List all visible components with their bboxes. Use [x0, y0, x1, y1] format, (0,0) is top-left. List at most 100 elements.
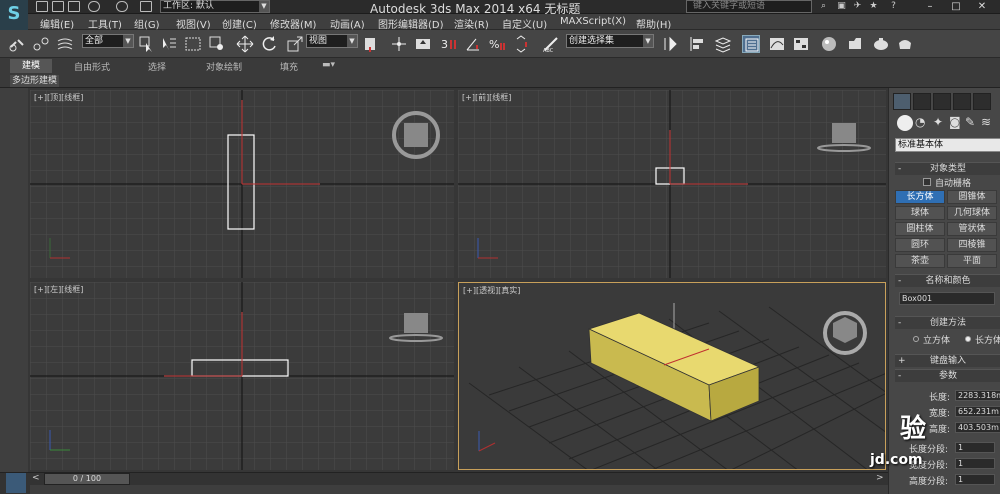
viewport-left-label[interactable]: [+][左][线框]	[34, 284, 83, 295]
edit-named-selection-icon[interactable]: ABC	[542, 35, 560, 54]
render-production-icon[interactable]	[896, 35, 914, 53]
menu-edit[interactable]: 编辑(E)	[40, 16, 74, 31]
communication-center-icon[interactable]: ✈	[852, 1, 863, 12]
time-slider[interactable]: 0 / 100	[44, 473, 130, 485]
schematic-view-icon[interactable]	[792, 35, 810, 53]
menu-create[interactable]: 创建(C)	[222, 16, 257, 31]
autogrid-checkbox[interactable]	[923, 178, 931, 186]
cube-radio[interactable]	[913, 336, 919, 342]
app-logo[interactable]: S	[0, 0, 28, 30]
selection-filter-select[interactable]: 全部 ▼	[82, 34, 134, 48]
height-segs-input[interactable]: 1	[955, 474, 995, 485]
workspace-select[interactable]: 工作区: 默认 ▼	[160, 0, 270, 13]
select-by-name-icon[interactable]	[160, 35, 178, 53]
search-icon[interactable]: ⌕	[818, 1, 829, 12]
snaps-toggle-icon[interactable]: 3	[440, 35, 458, 53]
length-input[interactable]: 2283.318m	[955, 390, 1000, 401]
keyboard-shortcut-override-icon[interactable]	[414, 35, 432, 53]
help-icon[interactable]: ?	[888, 1, 899, 12]
save-file-icon[interactable]	[68, 1, 80, 12]
parameters-rollout[interactable]: - 参数	[895, 369, 1000, 382]
ribbon-tab-selection[interactable]: 选择	[148, 60, 166, 73]
layer-manager-icon[interactable]	[714, 35, 732, 53]
cylinder-button[interactable]: 圆柱体	[895, 222, 945, 236]
select-object-icon[interactable]	[138, 35, 156, 53]
creation-method-rollout[interactable]: - 创建方法	[895, 316, 1000, 329]
plane-button[interactable]: 平面	[947, 254, 997, 268]
angle-snap-icon[interactable]	[464, 35, 482, 53]
menu-rendering[interactable]: 渲染(R)	[454, 16, 489, 31]
create-tab-icon[interactable]	[893, 93, 911, 110]
cone-button[interactable]: 圆锥体	[947, 190, 997, 204]
timeline-ruler[interactable]	[30, 485, 888, 494]
ribbon-options-icon[interactable]: ▬▾	[322, 60, 335, 70]
viewport-perspective-label[interactable]: [+][透视][真实]	[463, 285, 520, 296]
undo-icon[interactable]	[88, 1, 100, 12]
reference-coordinate-select[interactable]: 视图 ▼	[306, 34, 358, 48]
menu-graph-editors[interactable]: 图形编辑器(D)	[378, 16, 444, 31]
name-color-rollout[interactable]: - 名称和颜色	[895, 274, 1000, 287]
material-editor-icon[interactable]	[820, 35, 838, 53]
menu-maxscript[interactable]: MAXScript(X)	[560, 16, 626, 27]
lights-icon[interactable]: ✦	[933, 115, 949, 131]
menu-help[interactable]: 帮助(H)	[636, 16, 671, 31]
polygon-modeling-label[interactable]: 多边形建模	[10, 75, 60, 87]
rotate-icon[interactable]	[260, 35, 278, 53]
menu-tools[interactable]: 工具(T)	[88, 16, 122, 31]
maximize-button[interactable]: □	[946, 0, 966, 13]
torus-button[interactable]: 圆环	[895, 238, 945, 252]
viewport-top[interactable]: [+][顶][线框]	[30, 90, 454, 278]
mini-listener-icon[interactable]	[6, 473, 26, 493]
shapes-icon[interactable]: ◔	[915, 115, 931, 131]
ribbon-tab-freeform[interactable]: 自由形式	[74, 60, 110, 73]
unlink-icon[interactable]	[32, 35, 50, 53]
move-icon[interactable]	[236, 35, 254, 53]
bind-spacewarp-icon[interactable]	[56, 35, 74, 53]
menu-group[interactable]: 组(G)	[134, 16, 160, 31]
render-setup-icon[interactable]	[846, 35, 864, 53]
menu-modifiers[interactable]: 修改器(M)	[270, 16, 316, 31]
align-icon[interactable]	[688, 35, 706, 53]
object-name-input[interactable]: Box001	[899, 292, 995, 305]
pivot-center-icon[interactable]	[362, 35, 380, 53]
pyramid-button[interactable]: 四棱锥	[947, 238, 997, 252]
close-button[interactable]: ✕	[972, 0, 992, 13]
curve-editor-icon[interactable]	[768, 35, 786, 53]
scene-explorer-icon[interactable]	[742, 35, 760, 53]
width-segs-input[interactable]: 1	[955, 458, 995, 469]
width-input[interactable]: 652.231m	[955, 406, 1000, 417]
geosphere-button[interactable]: 几何球体	[947, 206, 997, 220]
geometry-icon[interactable]	[897, 115, 913, 131]
spacewarps-icon[interactable]: ≋	[981, 115, 997, 131]
keyboard-entry-rollout[interactable]: + 键盘输入	[895, 354, 1000, 367]
new-file-icon[interactable]	[36, 1, 48, 12]
viewport-top-label[interactable]: [+][顶][线框]	[34, 92, 83, 103]
subscription-icon[interactable]: ▣	[836, 1, 847, 12]
box-button[interactable]: 长方体	[895, 190, 945, 204]
next-frame-icon[interactable]: >	[876, 473, 884, 483]
viewport-left[interactable]: [+][左][线框]	[30, 282, 454, 470]
rendered-frame-window-icon[interactable]	[872, 35, 890, 53]
rectangular-selection-icon[interactable]	[184, 35, 202, 53]
display-tab-icon[interactable]	[973, 93, 991, 110]
viewport-perspective[interactable]: [+][透视][真实]	[458, 282, 886, 470]
length-segs-input[interactable]: 1	[955, 442, 995, 453]
ribbon-tab-object-paint[interactable]: 对象绘制	[206, 60, 242, 73]
project-folder-icon[interactable]	[140, 1, 152, 12]
viewport-front-label[interactable]: [+][前][线框]	[462, 92, 511, 103]
open-file-icon[interactable]	[52, 1, 64, 12]
teapot-button[interactable]: 茶壶	[895, 254, 945, 268]
search-input[interactable]: 键入关键字或短语	[686, 0, 812, 13]
scale-icon[interactable]	[286, 35, 304, 53]
menu-animation[interactable]: 动画(A)	[330, 16, 365, 31]
link-icon[interactable]	[8, 35, 26, 53]
percent-snap-icon[interactable]: %	[488, 35, 506, 53]
named-selection-select[interactable]: 创建选择集 ▼	[566, 34, 654, 48]
hierarchy-tab-icon[interactable]	[933, 93, 951, 110]
menu-views[interactable]: 视图(V)	[176, 16, 211, 31]
box-radio[interactable]	[965, 336, 971, 342]
viewport-front[interactable]: [+][前][线框]	[458, 90, 886, 278]
primitive-category-select[interactable]: 标准基本体	[895, 138, 1000, 152]
ribbon-tab-populate[interactable]: 填充	[280, 60, 298, 73]
menu-customize[interactable]: 自定义(U)	[502, 16, 547, 31]
